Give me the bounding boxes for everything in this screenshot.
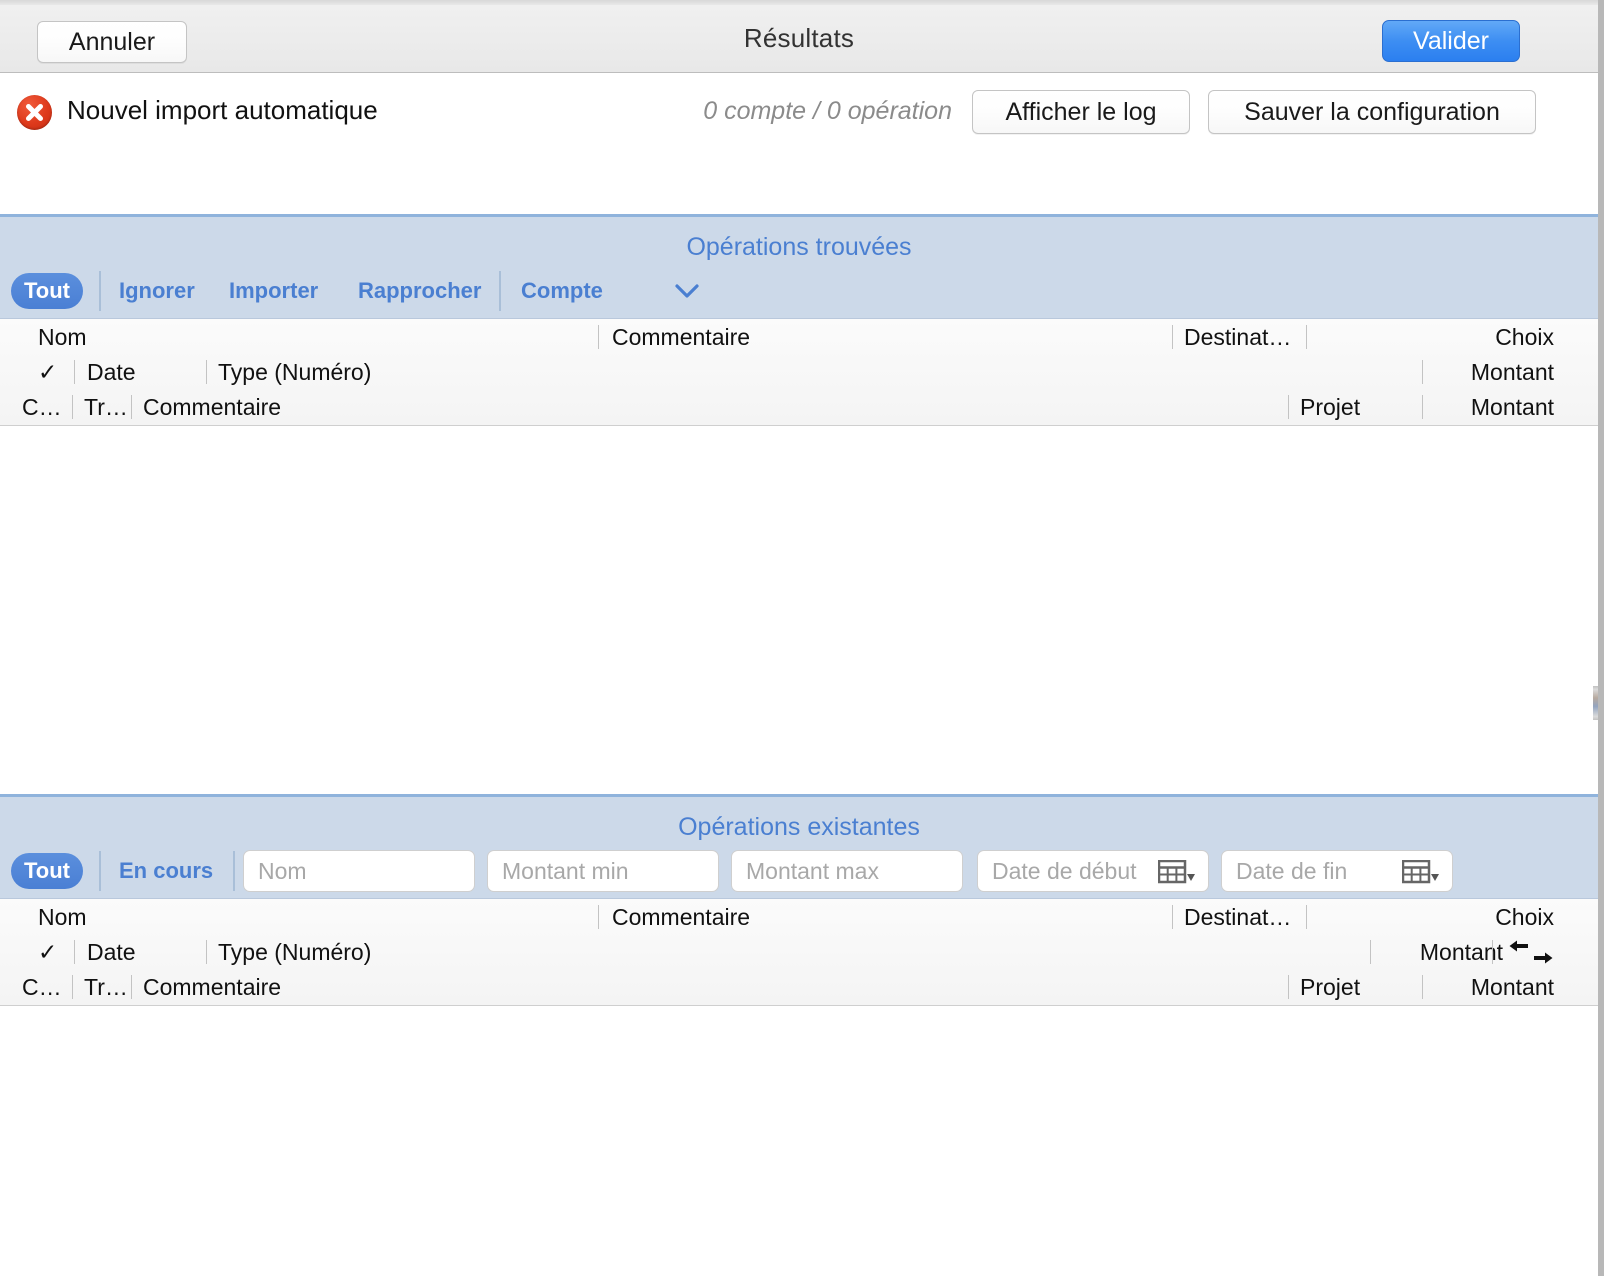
column-divider[interactable] [72, 395, 73, 419]
import-status-bar: Nouvel import automatique 0 compte / 0 o… [0, 74, 1598, 214]
calendar-icon[interactable] [1157, 859, 1196, 884]
column-divider[interactable] [1288, 975, 1289, 999]
column-header-commentaire-sub[interactable]: Commentaire [143, 969, 281, 1005]
column-header-destinataire[interactable]: Destinat… [1184, 899, 1291, 935]
column-header-destinataire[interactable]: Destinat… [1184, 319, 1291, 355]
page-title: Résultats [743, 23, 855, 53]
swap-arrows-icon[interactable] [1508, 940, 1556, 971]
column-header-commentaire[interactable]: Commentaire [612, 319, 750, 355]
search-name-input[interactable]: Nom [243, 850, 475, 892]
existing-operations-band: Opérations existantes Tout En cours Nom … [0, 794, 1598, 898]
date-start-placeholder: Date de début [992, 857, 1137, 884]
date-end-placeholder: Date de fin [1236, 857, 1348, 884]
sheet-titlebar: Annuler Résultats Valider [0, 5, 1598, 73]
column-header-c[interactable]: C… [22, 969, 62, 1005]
column-header-montant-sub[interactable]: Montant [1354, 969, 1554, 1005]
toolbar-divider [233, 851, 235, 891]
column-header-tr[interactable]: Tr… [84, 389, 128, 425]
header-row-2: ✓ Date Type (Numéro) Montant [0, 934, 1598, 970]
found-import-button[interactable]: Importer [229, 273, 318, 309]
import-name-label: Nouvel import automatique [67, 95, 378, 125]
column-header-date[interactable]: Date [87, 934, 136, 970]
toolbar-divider [99, 271, 101, 311]
column-header-type-numero[interactable]: Type (Numéro) [218, 934, 371, 970]
found-operations-table-body[interactable] [0, 427, 1598, 794]
column-header-choix[interactable]: Choix [1354, 319, 1554, 355]
show-log-button[interactable]: Afficher le log [972, 90, 1190, 134]
date-end-input[interactable]: Date de fin [1221, 850, 1453, 892]
found-reconcile-button[interactable]: Rapprocher [358, 273, 481, 309]
column-divider[interactable] [598, 905, 599, 929]
found-account-filter[interactable]: Compte [521, 273, 603, 309]
amount-min-placeholder: Montant min [502, 857, 629, 884]
column-header-tr[interactable]: Tr… [84, 969, 128, 1005]
column-header-commentaire[interactable]: Commentaire [612, 899, 750, 935]
column-divider[interactable] [1492, 940, 1493, 964]
header-row-3: C… Tr… Commentaire Projet Montant [0, 969, 1598, 1005]
column-header-montant[interactable]: Montant [1354, 354, 1554, 390]
import-results-sheet: Annuler Résultats Valider Nouvel import … [0, 0, 1604, 1276]
found-operations-toolbar: Tout Ignorer Importer Rapprocher Compte [0, 269, 1598, 321]
amount-min-input[interactable]: Montant min [487, 850, 719, 892]
column-divider[interactable] [74, 940, 75, 964]
validate-button[interactable]: Valider [1382, 20, 1520, 62]
column-header-projet[interactable]: Projet [1300, 969, 1360, 1005]
header-row-2: ✓ Date Type (Numéro) Montant [0, 354, 1598, 390]
column-header-nom[interactable]: Nom [38, 899, 87, 935]
column-divider[interactable] [131, 395, 132, 419]
date-start-input[interactable]: Date de début [977, 850, 1209, 892]
search-name-placeholder: Nom [258, 857, 307, 884]
column-header-montant-sub[interactable]: Montant [1354, 389, 1554, 425]
save-configuration-button[interactable]: Sauver la configuration [1208, 90, 1536, 134]
column-divider[interactable] [1288, 395, 1289, 419]
column-header-projet[interactable]: Projet [1300, 389, 1360, 425]
column-divider[interactable] [206, 360, 207, 384]
column-divider[interactable] [72, 975, 73, 999]
header-row-3: C… Tr… Commentaire Projet Montant [0, 389, 1598, 425]
found-operations-table-header: Nom Commentaire Destinat… Choix ✓ Date T… [0, 318, 1598, 426]
existing-filter-all-button[interactable]: Tout [11, 853, 83, 889]
existing-filter-ongoing-button[interactable]: En cours [119, 853, 213, 889]
column-header-commentaire-sub[interactable]: Commentaire [143, 389, 281, 425]
column-header-c[interactable]: C… [22, 389, 62, 425]
found-operations-title: Opérations trouvées [686, 233, 912, 261]
column-header-checkmark[interactable]: ✓ [38, 934, 57, 970]
found-ignore-button[interactable]: Ignorer [119, 273, 195, 309]
existing-operations-title: Opérations existantes [678, 813, 920, 841]
found-filter-all-button[interactable]: Tout [11, 273, 83, 309]
amount-max-placeholder: Montant max [746, 857, 879, 884]
counts-label: 0 compte / 0 opération [703, 97, 952, 125]
column-header-montant[interactable]: Montant [1303, 934, 1503, 970]
header-row-1: Nom Commentaire Destinat… Choix [0, 899, 1598, 935]
column-divider[interactable] [1306, 325, 1307, 349]
calendar-icon[interactable] [1401, 859, 1440, 884]
column-divider[interactable] [1172, 325, 1173, 349]
existing-operations-table-header: Nom Commentaire Destinat… Choix ✓ Date T… [0, 898, 1598, 1006]
error-circle-x-icon [17, 95, 52, 130]
existing-operations-toolbar: Tout En cours Nom Montant min Montant ma… [0, 849, 1598, 901]
found-operations-band: Opérations trouvées Tout Ignorer Importe… [0, 214, 1598, 318]
column-divider[interactable] [1306, 905, 1307, 929]
column-header-date[interactable]: Date [87, 354, 136, 390]
column-header-checkmark[interactable]: ✓ [38, 354, 57, 390]
column-divider[interactable] [598, 325, 599, 349]
toolbar-divider [99, 851, 101, 891]
column-divider[interactable] [1172, 905, 1173, 929]
column-header-choix[interactable]: Choix [1354, 899, 1554, 935]
existing-operations-table-body[interactable] [0, 1007, 1598, 1276]
column-divider[interactable] [74, 360, 75, 384]
amount-max-input[interactable]: Montant max [731, 850, 963, 892]
column-divider[interactable] [131, 975, 132, 999]
column-header-type-numero[interactable]: Type (Numéro) [218, 354, 371, 390]
toolbar-divider [499, 271, 501, 311]
column-header-nom[interactable]: Nom [38, 319, 87, 355]
header-row-1: Nom Commentaire Destinat… Choix [0, 319, 1598, 355]
window-right-edge [1598, 0, 1604, 1276]
column-divider[interactable] [206, 940, 207, 964]
chevron-down-icon[interactable] [674, 281, 700, 301]
